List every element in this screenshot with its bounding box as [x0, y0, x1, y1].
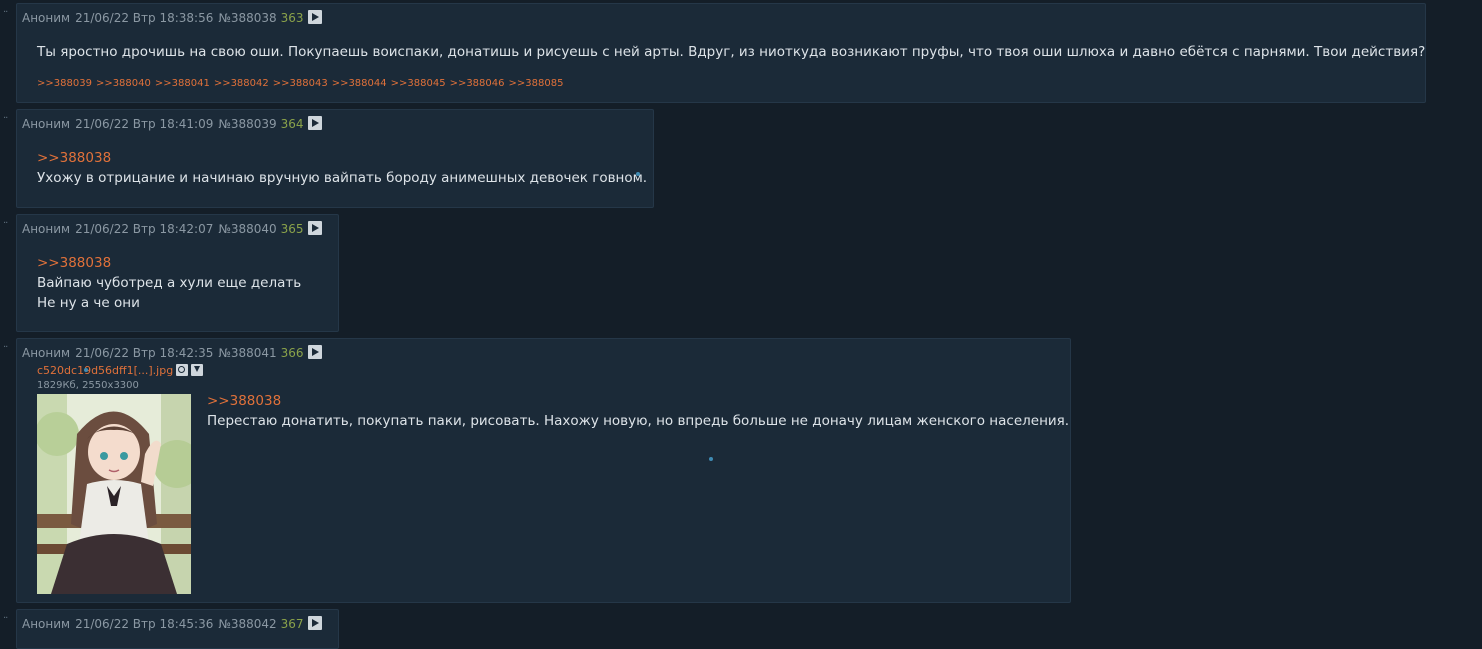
- post-text-line: Ты яростно дрочишь на свою оши. Покупаеш…: [37, 44, 1426, 60]
- reply-link[interactable]: >>388043: [273, 78, 328, 89]
- reply-link[interactable]: >>388039: [37, 78, 92, 89]
- replies-list: >>388039 >>388040 >>388041 >>388042 >>388043…: [37, 78, 567, 89]
- post-text-line: Не ну а че они: [37, 295, 140, 311]
- reply-link[interactable]: >>388040: [96, 78, 151, 89]
- file-meta: 1829Кб, 2550x3300: [37, 380, 139, 391]
- play-icon[interactable]: [307, 116, 322, 130]
- post-header: Аноним 21/06/22 Втр 18:45:36 №388042 367: [22, 616, 322, 632]
- file-name[interactable]: c520dc19d56dff1[...].jpg: [37, 364, 173, 377]
- post-text: >>388038 Ухожу в отрицание и начинаю вру…: [37, 148, 647, 188]
- post-text-line: Вайпаю чуботред а хули еще делать: [37, 275, 302, 291]
- reply-quote-link[interactable]: >>388038: [37, 253, 301, 273]
- post-author: Аноним: [22, 617, 71, 631]
- reply-link[interactable]: >>388044: [332, 78, 387, 89]
- post-author: Аноним: [22, 222, 71, 236]
- post-menu-handle[interactable]: ··: [3, 614, 8, 624]
- post-menu-handle[interactable]: ··: [3, 219, 8, 229]
- post-388042: ·· Аноним 21/06/22 Втр 18:45:36 №388042 367: [3, 609, 339, 649]
- download-icon[interactable]: [191, 364, 204, 376]
- post-number: 367: [280, 617, 304, 631]
- post-marker-dot: [636, 172, 640, 176]
- search-icon[interactable]: [176, 364, 189, 376]
- post-number: 364: [280, 117, 304, 131]
- post-388039: ·· Аноним 21/06/22 Втр 18:41:09 №388039 364…: [3, 109, 654, 208]
- post-id-link[interactable]: №388042: [218, 617, 276, 631]
- post-text: >>388038 Вайпаю чуботред а хули еще дела…: [37, 253, 301, 313]
- post-date: 21/06/22 Втр 18:41:09: [75, 117, 214, 131]
- reply-link[interactable]: >>388041: [155, 78, 210, 89]
- post-header: Аноним 21/06/22 Втр 18:38:56 №388038 363: [22, 10, 322, 26]
- reply-link[interactable]: >>388085: [509, 78, 564, 89]
- thread: ·· Аноним 21/06/22 Втр 18:38:56 №388038 363…: [0, 0, 1482, 649]
- post-text: >>388038 Перестаю донатить, покупать пак…: [207, 391, 1069, 431]
- attachment-thumbnail[interactable]: [37, 394, 191, 594]
- post-388038: ·· Аноним 21/06/22 Втр 18:38:56 №388038 363…: [3, 3, 1426, 103]
- post-text-line: Ухожу в отрицание и начинаю вручную вайп…: [37, 170, 648, 186]
- file-name-link[interactable]: c520dc19d56dff1[...].jpg: [37, 364, 204, 377]
- post-number: 365: [280, 222, 304, 236]
- post-388040: ·· Аноним 21/06/22 Втр 18:42:07 №388040 365…: [3, 214, 339, 332]
- play-icon[interactable]: [307, 616, 322, 630]
- post-author: Аноним: [22, 117, 71, 131]
- reply-link[interactable]: >>388046: [450, 78, 505, 89]
- post-author: Аноним: [22, 11, 71, 25]
- post-388041: ·· Аноним 21/06/22 Втр 18:42:35 №388041 366…: [3, 338, 1071, 603]
- post-text: Ты яростно дрочишь на свою оши. Покупаеш…: [37, 42, 1425, 62]
- post-id-link[interactable]: №388040: [218, 222, 276, 236]
- reply-quote-link[interactable]: >>388038: [207, 391, 1069, 411]
- play-icon[interactable]: [307, 345, 322, 359]
- post-date: 21/06/22 Втр 18:42:07: [75, 222, 214, 236]
- reply-link[interactable]: >>388042: [214, 78, 269, 89]
- post-date: 21/06/22 Втр 18:45:36: [75, 617, 214, 631]
- reply-link[interactable]: >>388045: [391, 78, 446, 89]
- reply-quote-link[interactable]: >>388038: [37, 148, 647, 168]
- post-id-link[interactable]: №388038: [218, 11, 276, 25]
- anime-girl-image: [37, 394, 191, 594]
- post-marker-dot: [84, 368, 88, 372]
- post-date: 21/06/22 Втр 18:42:35: [75, 346, 214, 360]
- post-date: 21/06/22 Втр 18:38:56: [75, 11, 214, 25]
- post-menu-handle[interactable]: ··: [3, 8, 8, 18]
- post-id-link[interactable]: №388039: [218, 117, 276, 131]
- post-number: 363: [280, 11, 304, 25]
- post-marker-dot: [709, 457, 713, 461]
- post-menu-handle[interactable]: ··: [3, 114, 8, 124]
- play-icon[interactable]: [307, 10, 322, 24]
- play-icon[interactable]: [307, 221, 322, 235]
- post-header: Аноним 21/06/22 Втр 18:41:09 №388039 364: [22, 116, 322, 132]
- post-id-link[interactable]: №388041: [218, 346, 276, 360]
- post-author: Аноним: [22, 346, 71, 360]
- post-number: 366: [280, 346, 304, 360]
- post-text-line: Перестаю донатить, покупать паки, рисова…: [207, 413, 1070, 429]
- post-header: Аноним 21/06/22 Втр 18:42:35 №388041 366: [22, 345, 322, 361]
- post-header: Аноним 21/06/22 Втр 18:42:07 №388040 365: [22, 221, 322, 237]
- post-menu-handle[interactable]: ··: [3, 343, 8, 353]
